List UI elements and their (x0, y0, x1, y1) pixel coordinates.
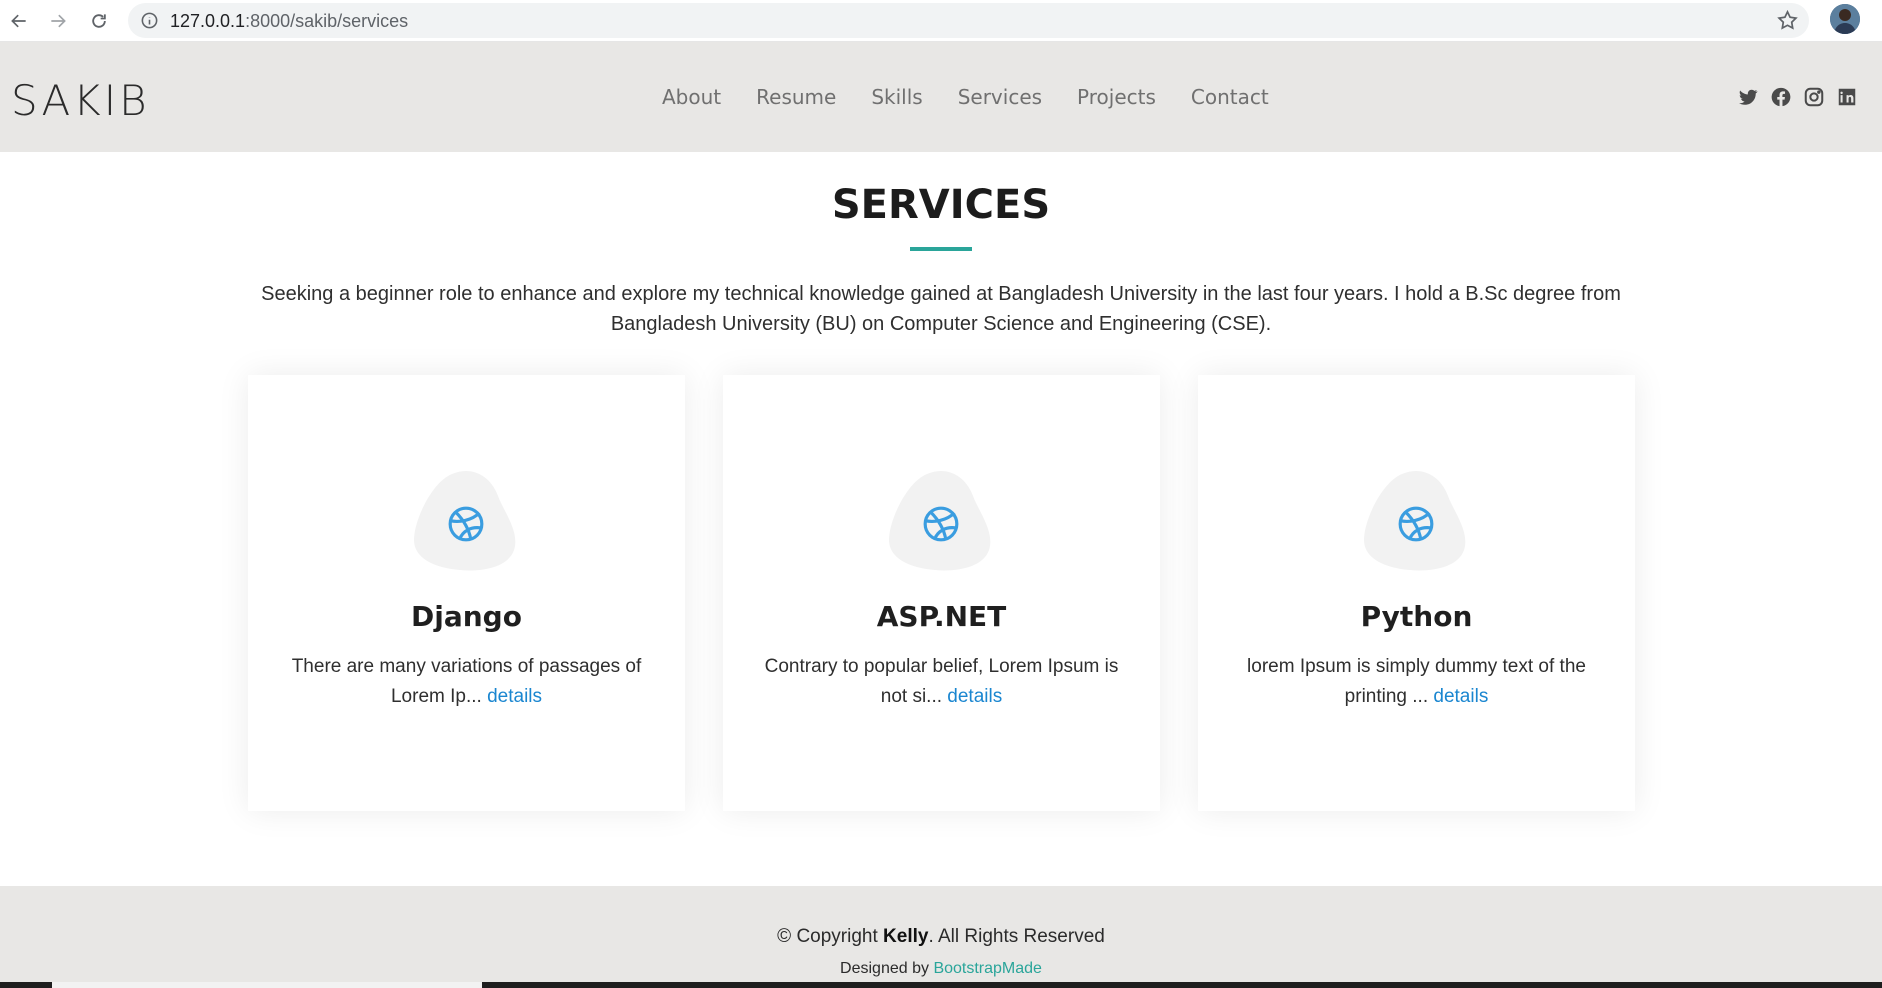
details-link[interactable]: details (487, 686, 542, 707)
service-excerpt: Contrary to popular belief, Lorem Ipsum … (764, 656, 1119, 707)
address-bar[interactable]: 127.0.0.1:8000/sakib/services (128, 3, 1809, 38)
reload-icon[interactable] (84, 6, 114, 36)
service-excerpt: lorem Ipsum is simply dummy text of the … (1247, 656, 1586, 707)
service-text: Contrary to popular belief, Lorem Ipsum … (749, 652, 1134, 712)
icon-blob (1362, 470, 1468, 572)
bottom-tab (52, 982, 482, 988)
browser-toolbar: 127.0.0.1:8000/sakib/services (0, 0, 1882, 42)
nav-projects[interactable]: Projects (1077, 85, 1156, 109)
back-arrow-icon[interactable] (4, 6, 34, 36)
details-link[interactable]: details (947, 686, 1002, 707)
instagram-icon[interactable] (1803, 86, 1825, 108)
service-card: Django There are many variations of pass… (248, 375, 685, 811)
linkedin-icon[interactable] (1836, 86, 1858, 108)
bottom-strip (0, 982, 1882, 988)
credits: Designed by BootstrapMade (0, 960, 1882, 978)
service-excerpt: There are many variations of passages of… (291, 656, 642, 707)
bookmark-star-icon[interactable] (1776, 9, 1799, 32)
url-text[interactable]: 127.0.0.1:8000/sakib/services (170, 11, 408, 32)
social-links (1737, 86, 1858, 108)
url-path: :8000/sakib/services (245, 11, 409, 31)
section-title: SERVICES (831, 182, 1051, 228)
credits-prefix: Designed by (840, 960, 934, 977)
copyright-prefix: © Copyright (777, 926, 884, 947)
nav-contact[interactable]: Contact (1191, 85, 1269, 109)
site-header: SAKIB About Resume Skills Services Proje… (0, 42, 1882, 152)
copyright: © Copyright Kelly. All Rights Reserved (0, 926, 1882, 948)
info-icon[interactable] (140, 11, 159, 30)
service-title: Django (411, 600, 522, 633)
site-footer: © Copyright Kelly. All Rights Reserved D… (0, 886, 1882, 988)
nav-resume[interactable]: Resume (756, 85, 836, 109)
forward-arrow-icon[interactable] (43, 6, 73, 36)
service-title: ASP.NET (876, 600, 1007, 633)
section-description: Seeking a beginner role to enhance and e… (261, 283, 1621, 335)
service-text: lorem Ipsum is simply dummy text of the … (1224, 652, 1609, 712)
title-underline (910, 247, 972, 251)
dribbble-icon (1398, 506, 1434, 542)
twitter-icon[interactable] (1737, 86, 1759, 108)
nav-services[interactable]: Services (958, 85, 1042, 109)
copyright-name: Kelly (883, 926, 929, 947)
bootstrapmade-link[interactable]: BootstrapMade (933, 960, 1042, 977)
url-host: 127.0.0.1 (170, 11, 246, 31)
main-nav: About Resume Skills Services Projects Co… (662, 85, 1304, 109)
dribbble-icon (923, 506, 959, 542)
service-card: ASP.NET Contrary to popular belief, Lore… (723, 375, 1160, 811)
nav-skills[interactable]: Skills (871, 85, 922, 109)
icon-blob (887, 470, 993, 572)
details-link[interactable]: details (1433, 686, 1488, 707)
service-text: There are many variations of passages of… (274, 652, 659, 712)
nav-about[interactable]: About (662, 85, 721, 109)
copyright-suffix: . All Rights Reserved (928, 926, 1105, 947)
service-title: Python (1360, 600, 1473, 633)
site-logo[interactable]: SAKIB (11, 76, 150, 125)
dribbble-icon (448, 506, 484, 542)
profile-avatar[interactable] (1830, 4, 1860, 34)
facebook-icon[interactable] (1770, 86, 1792, 108)
service-card: Python lorem Ipsum is simply dummy text … (1198, 375, 1635, 811)
icon-blob (412, 470, 518, 572)
